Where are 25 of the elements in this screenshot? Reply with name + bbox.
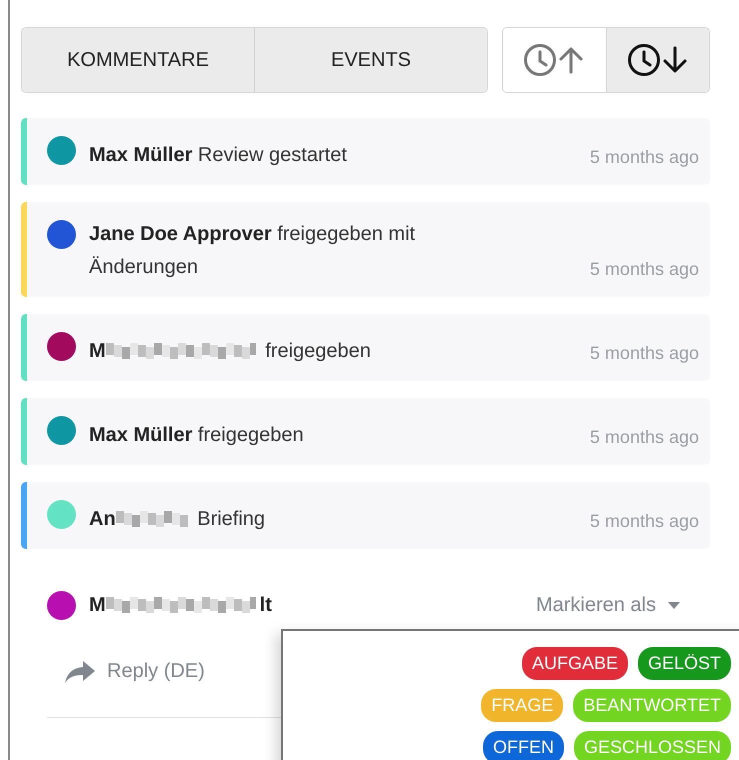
clock-icon [523,43,558,77]
event-text: Max Müller freigegeben [89,423,304,448]
comment-author: M lt [89,594,273,617]
event-time: 5 months ago [590,342,699,365]
caret-icon [668,602,680,609]
share-arrow-icon [65,660,95,682]
tab[interactable]: EVENTS [255,28,487,92]
tag-option[interactable]: GELÖST [638,647,731,680]
event-time: 5 months ago [590,146,699,169]
clock-icon [626,43,661,77]
event-text: An Briefing [89,507,266,532]
event-time: 5 months ago [590,258,699,281]
tag-option[interactable]: OFFEN [482,731,564,760]
event-time: 5 months ago [590,426,699,449]
arrow-down-icon [660,45,689,75]
tag-option[interactable]: AUFGABE [522,647,628,680]
event-time: 5 months ago [590,510,699,533]
arrow-up-icon [557,45,586,75]
sort-button[interactable] [606,28,709,92]
event-text: Jane Doe Approver freigegeben mit Änderungen [89,222,416,280]
mark-as-dropdown[interactable]: Markieren als [536,594,680,617]
tab[interactable]: KOMMENTARE [22,28,255,92]
event-text: M freigegeben [89,339,371,364]
reply-button[interactable]: Reply (DE) [65,660,205,683]
event-text: Max Müller Review gestartet [89,143,347,168]
